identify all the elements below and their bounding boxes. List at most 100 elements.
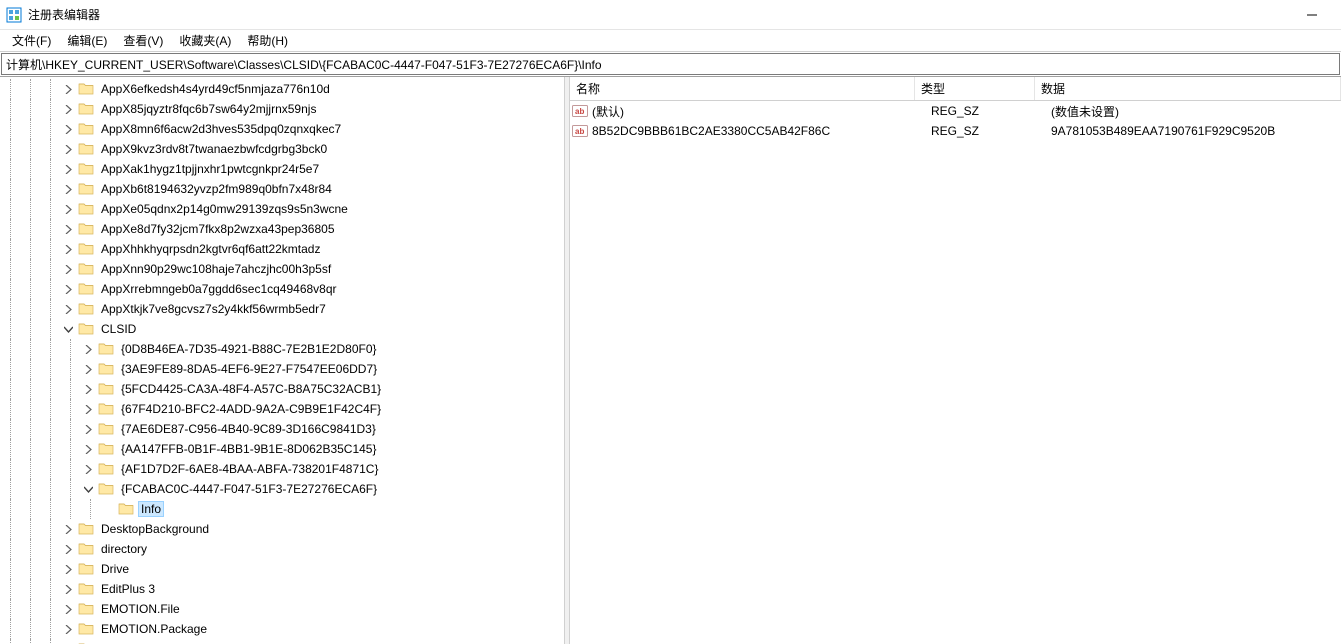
tree-node[interactable]: {67F4D210-BFC2-4ADD-9A2A-C9B9E1F42C4F} bbox=[0, 399, 564, 419]
tree-node[interactable]: EMOTION.File bbox=[0, 599, 564, 619]
tree-node[interactable]: AppXe05qdnx2p14g0mw29139zqs9s5n3wcne bbox=[0, 199, 564, 219]
tree-node[interactable]: AppX8mn6f6acw2d3hves535dpq0zqnxqkec7 bbox=[0, 119, 564, 139]
tree-node[interactable]: AppXtkjk7ve8gcvsz7s2y4kkf56wrmb5edr7 bbox=[0, 299, 564, 319]
expand-icon[interactable] bbox=[80, 361, 96, 377]
tree-node-label[interactable]: CLSID bbox=[98, 321, 139, 337]
tree-node[interactable]: {0D8B46EA-7D35-4921-B88C-7E2B1E2D80F0} bbox=[0, 339, 564, 359]
expand-icon[interactable] bbox=[60, 261, 76, 277]
expand-icon[interactable] bbox=[60, 281, 76, 297]
tree-node[interactable]: CLSID bbox=[0, 319, 564, 339]
tree-node-label[interactable]: AppXe05qdnx2p14g0mw29139zqs9s5n3wcne bbox=[98, 201, 351, 217]
address-bar[interactable]: 计算机\HKEY_CURRENT_USER\Software\Classes\C… bbox=[1, 53, 1340, 75]
menu-favorites[interactable]: 收藏夹(A) bbox=[171, 30, 239, 51]
tree-node[interactable]: AppXe8d7fy32jcm7fkx8p2wzxa43pep36805 bbox=[0, 219, 564, 239]
tree-node-label[interactable]: AppX8mn6f6acw2d3hves535dpq0zqnxqkec7 bbox=[98, 121, 344, 137]
tree-node[interactable]: AppXak1hygz1tpjjnxhr1pwtcgnkpr24r5e7 bbox=[0, 159, 564, 179]
tree-node[interactable]: {AF1D7D2F-6AE8-4BAA-ABFA-738201F4871C} bbox=[0, 459, 564, 479]
collapse-icon[interactable] bbox=[60, 321, 76, 337]
tree-node-label[interactable]: AppXak1hygz1tpjjnxhr1pwtcgnkpr24r5e7 bbox=[98, 161, 322, 177]
expand-icon[interactable] bbox=[60, 241, 76, 257]
expand-icon[interactable] bbox=[60, 161, 76, 177]
tree-node-label[interactable]: Drive bbox=[98, 561, 132, 577]
folder-icon bbox=[98, 361, 114, 377]
column-header-type[interactable]: 类型 bbox=[915, 77, 1035, 100]
expand-icon[interactable] bbox=[60, 121, 76, 137]
expand-icon[interactable] bbox=[60, 141, 76, 157]
tree-node-label[interactable]: AppXb6t8194632yvzp2fm989q0bfn7x48r84 bbox=[98, 181, 335, 197]
menu-help[interactable]: 帮助(H) bbox=[239, 30, 296, 51]
expand-icon[interactable] bbox=[60, 521, 76, 537]
expand-icon[interactable] bbox=[80, 381, 96, 397]
tree-node-label[interactable]: EMOTION.Package bbox=[98, 621, 210, 637]
expand-icon[interactable] bbox=[60, 601, 76, 617]
column-header-name[interactable]: 名称 bbox=[570, 77, 915, 100]
tree-node-label[interactable]: {7AE6DE87-C956-4B40-9C89-3D166C9841D3} bbox=[118, 421, 379, 437]
tree-node-label[interactable]: AppXtkjk7ve8gcvsz7s2y4kkf56wrmb5edr7 bbox=[98, 301, 329, 317]
expand-icon[interactable] bbox=[60, 621, 76, 637]
tree-node-label[interactable]: {FCABAC0C-4447-F047-51F3-7E27276ECA6F} bbox=[118, 481, 380, 497]
tree-node[interactable]: AppX9kvz3rdv8t7twanaezbwfcdgrbg3bck0 bbox=[0, 139, 564, 159]
tree-node[interactable]: {3AE9FE89-8DA5-4EF6-9E27-F7547EE06DD7} bbox=[0, 359, 564, 379]
tree-node[interactable]: DesktopBackground bbox=[0, 519, 564, 539]
tree-node[interactable]: {5FCD4425-CA3A-48F4-A57C-B8A75C32ACB1} bbox=[0, 379, 564, 399]
expand-icon[interactable] bbox=[60, 81, 76, 97]
expand-icon[interactable] bbox=[80, 441, 96, 457]
tree-node[interactable]: {7AE6DE87-C956-4B40-9C89-3D166C9841D3} bbox=[0, 419, 564, 439]
tree-node-label[interactable]: AppX85jqyztr8fqc6b7sw64y2mjjrnx59njs bbox=[98, 101, 319, 117]
menu-view[interactable]: 查看(V) bbox=[115, 30, 171, 51]
tree-node-label[interactable]: AppXrrebmngeb0a7ggdd6sec1cq49468v8qr bbox=[98, 281, 340, 297]
tree-node-label[interactable]: Info bbox=[138, 501, 164, 517]
tree-node-label[interactable]: {67F4D210-BFC2-4ADD-9A2A-C9B9E1F42C4F} bbox=[118, 401, 384, 417]
menu-edit[interactable]: 编辑(E) bbox=[59, 30, 115, 51]
tree-node[interactable]: Info bbox=[0, 499, 564, 519]
tree-node-label[interactable]: AppXe8d7fy32jcm7fkx8p2wzxa43pep36805 bbox=[98, 221, 338, 237]
tree-node-label[interactable]: EMOTION.File bbox=[98, 601, 183, 617]
tree-node-label[interactable]: AppX9kvz3rdv8t7twanaezbwfcdgrbg3bck0 bbox=[98, 141, 330, 157]
tree-node-label[interactable]: {3AE9FE89-8DA5-4EF6-9E27-F7547EE06DD7} bbox=[118, 361, 380, 377]
expand-icon[interactable] bbox=[80, 341, 96, 357]
tree-node[interactable]: {FCABAC0C-4447-F047-51F3-7E27276ECA6F} bbox=[0, 479, 564, 499]
expand-icon[interactable] bbox=[80, 461, 96, 477]
value-name: (默认) bbox=[592, 103, 931, 120]
tree-node-label[interactable]: {5FCD4425-CA3A-48F4-A57C-B8A75C32ACB1} bbox=[118, 381, 384, 397]
tree-node-label[interactable]: directory bbox=[98, 541, 150, 557]
expand-icon[interactable] bbox=[60, 201, 76, 217]
value-row[interactable]: (默认)REG_SZ(数值未设置) bbox=[570, 101, 1341, 121]
tree-node[interactable]: AppX6efkedsh4s4yrd49cf5nmjaza776n10d bbox=[0, 79, 564, 99]
tree-node-label[interactable]: DesktopBackground bbox=[98, 521, 212, 537]
expand-icon[interactable] bbox=[60, 561, 76, 577]
column-header-data[interactable]: 数据 bbox=[1035, 77, 1341, 100]
tree-node-label[interactable]: AppXhhkhyqrpsdn2kgtvr6qf6att22kmtadz bbox=[98, 241, 323, 257]
tree-node-label[interactable]: {0D8B46EA-7D35-4921-B88C-7E2B1E2D80F0} bbox=[118, 341, 380, 357]
tree-node-label[interactable]: {AF1D7D2F-6AE8-4BAA-ABFA-738201F4871C} bbox=[118, 461, 381, 477]
collapse-icon[interactable] bbox=[80, 481, 96, 497]
expand-icon[interactable] bbox=[80, 401, 96, 417]
value-row[interactable]: 8B52DC9BBB61BC2AE3380CC5AB42F86CREG_SZ9A… bbox=[570, 121, 1341, 141]
tree-node[interactable]: AppXnn90p29wc108haje7ahczjhc00h3p5sf bbox=[0, 259, 564, 279]
tree-panel[interactable]: AppX6efkedsh4s4yrd49cf5nmjaza776n10d AppX… bbox=[0, 77, 565, 644]
expand-icon[interactable] bbox=[80, 421, 96, 437]
tree-node-label[interactable]: AppXnn90p29wc108haje7ahczjhc00h3p5sf bbox=[98, 261, 334, 277]
menu-file[interactable]: 文件(F) bbox=[4, 30, 59, 51]
expand-icon[interactable] bbox=[60, 581, 76, 597]
expand-icon[interactable] bbox=[60, 301, 76, 317]
value-name: 8B52DC9BBB61BC2AE3380CC5AB42F86C bbox=[592, 124, 931, 138]
expand-icon[interactable] bbox=[60, 221, 76, 237]
expand-icon[interactable] bbox=[60, 541, 76, 557]
tree-node[interactable]: AppXhhkhyqrpsdn2kgtvr6qf6att22kmtadz bbox=[0, 239, 564, 259]
tree-node[interactable]: EMOTION.Package bbox=[0, 619, 564, 639]
expand-icon[interactable] bbox=[60, 101, 76, 117]
tree-node[interactable]: EditPlus 3 bbox=[0, 579, 564, 599]
tree-node-label[interactable]: AppX6efkedsh4s4yrd49cf5nmjaza776n10d bbox=[98, 81, 333, 97]
tree-node[interactable]: directory bbox=[0, 539, 564, 559]
minimize-button[interactable] bbox=[1289, 1, 1335, 29]
tree-node-label[interactable]: {AA147FFB-0B1F-4BB1-9B1E-8D062B35C145} bbox=[118, 441, 380, 457]
tree-node[interactable]: Drive bbox=[0, 559, 564, 579]
tree-node[interactable]: AppXrrebmngeb0a7ggdd6sec1cq49468v8qr bbox=[0, 279, 564, 299]
expand-icon[interactable] bbox=[60, 181, 76, 197]
tree-node[interactable]: Equation.KSEE3 bbox=[0, 639, 564, 644]
tree-node-label[interactable]: EditPlus 3 bbox=[98, 581, 158, 597]
tree-node[interactable]: AppXb6t8194632yvzp2fm989q0bfn7x48r84 bbox=[0, 179, 564, 199]
tree-node[interactable]: {AA147FFB-0B1F-4BB1-9B1E-8D062B35C145} bbox=[0, 439, 564, 459]
tree-node[interactable]: AppX85jqyztr8fqc6b7sw64y2mjjrnx59njs bbox=[0, 99, 564, 119]
